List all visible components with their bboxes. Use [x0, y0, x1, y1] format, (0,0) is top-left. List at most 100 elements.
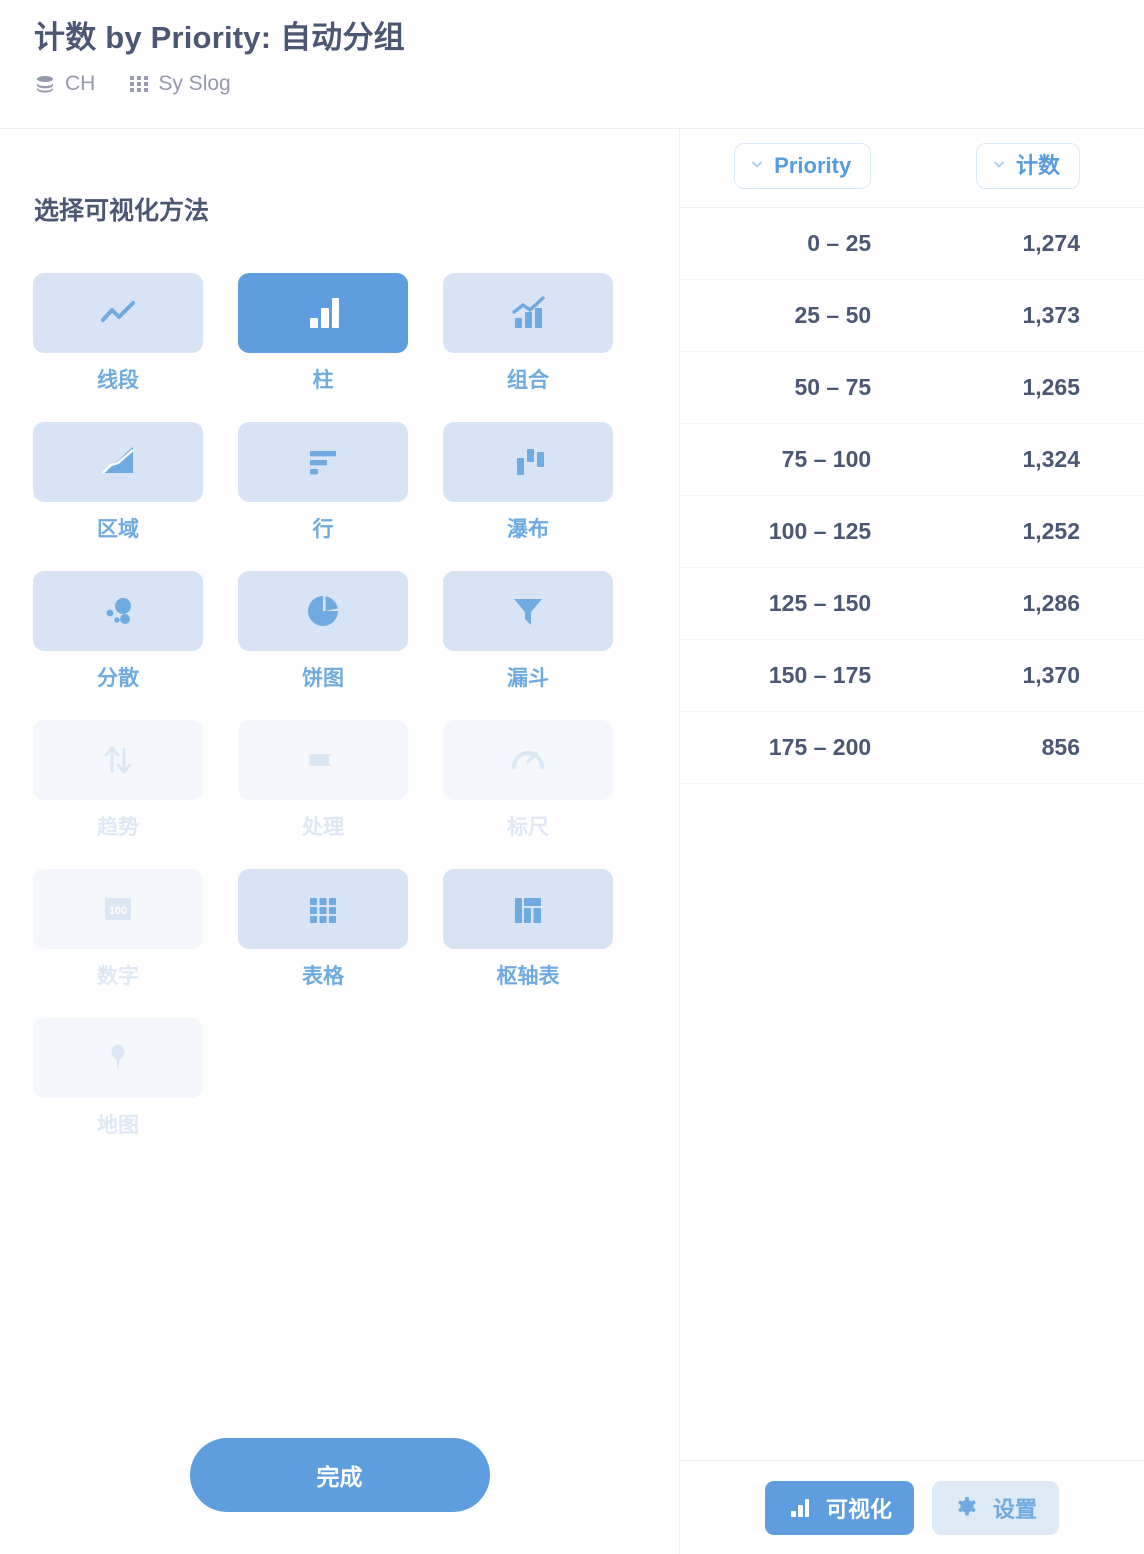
settings-button[interactable]: 设置	[932, 1480, 1060, 1535]
visualization-toggle-label: 可视化	[825, 1496, 892, 1522]
viz-option-pie[interactable]: 饼图	[238, 571, 408, 708]
viz-option-area[interactable]: 区域	[33, 422, 203, 559]
viz-option-bar[interactable]: 柱	[238, 273, 408, 410]
line-chart-icon	[101, 301, 135, 322]
viz-option-pivot[interactable]: 枢轴表	[443, 869, 613, 1006]
source-database-label: CH	[65, 72, 96, 95]
viz-label-progress: 处理	[302, 816, 344, 839]
table-row[interactable]: 125 – 150 1,286	[680, 567, 1144, 640]
visualization-grid: 线段 柱 组合 区域 行 瀑布 分散 饼图 漏斗 趋势 处理 标尺 100 数字…	[33, 273, 679, 1155]
viz-option-gauge: 标尺	[443, 720, 613, 857]
viz-option-row[interactable]: 行	[238, 422, 408, 559]
viz-tile-progress	[238, 720, 408, 800]
results-table-container[interactable]: Priority 计数 0 – 25 1,274 25 – 50 1,373 5…	[680, 129, 1144, 1460]
viz-label-combo: 组合	[507, 369, 549, 392]
viz-tile-waterfall[interactable]	[443, 422, 613, 502]
viz-option-line[interactable]: 线段	[33, 273, 203, 410]
progress-bar-icon	[309, 754, 337, 766]
table-row[interactable]: 150 – 175 1,370	[680, 639, 1144, 712]
bar-chart-icon	[310, 298, 339, 328]
viz-tile-number: 100	[33, 869, 203, 949]
column-pill-priority[interactable]: Priority	[734, 143, 872, 189]
combo-chart-icon	[512, 296, 545, 328]
page-header: 计数 by Priority: 自动分组 CH Sy Slog	[0, 0, 1144, 129]
viz-label-area: 区域	[97, 518, 139, 541]
chevron-down-icon	[991, 156, 1007, 177]
viz-option-funnel[interactable]: 漏斗	[443, 571, 613, 708]
table-row[interactable]: 50 – 75 1,265	[680, 351, 1144, 424]
column-header-priority: Priority	[680, 129, 936, 208]
left-footer: 完成	[0, 1404, 679, 1554]
settings-label: 设置	[993, 1496, 1038, 1522]
column-label-count: 计数	[1015, 153, 1060, 178]
cell-priority: 75 – 100	[680, 423, 936, 496]
viz-option-table[interactable]: 表格	[238, 869, 408, 1006]
viz-tile-pie[interactable]	[238, 571, 408, 651]
viz-tile-funnel[interactable]	[443, 571, 613, 651]
trend-arrows-icon	[104, 746, 132, 774]
viz-option-number: 100 数字	[33, 869, 203, 1006]
table-row[interactable]: 175 – 200 856	[680, 711, 1144, 784]
source-table-label: Sy Slog	[158, 72, 231, 95]
data-source-breadcrumb: CH Sy Slog	[34, 72, 1144, 96]
chevron-down-icon	[749, 156, 765, 177]
viz-tile-combo[interactable]	[443, 273, 613, 353]
table-header-row: Priority 计数	[680, 129, 1144, 208]
source-table[interactable]: Sy Slog	[129, 72, 231, 96]
viz-tile-table[interactable]	[238, 869, 408, 949]
map-pin-icon	[111, 1045, 125, 1071]
results-table: Priority 计数 0 – 25 1,274 25 – 50 1,373 5…	[680, 129, 1144, 784]
viz-label-pie: 饼图	[302, 667, 344, 690]
done-button[interactable]: 完成	[189, 1438, 490, 1512]
viz-tile-line[interactable]	[33, 273, 203, 353]
viz-label-map: 地图	[97, 1114, 139, 1137]
bar-chart-icon	[787, 1495, 813, 1521]
viz-tile-row[interactable]	[238, 422, 408, 502]
waterfall-icon	[517, 449, 544, 475]
results-footer: 可视化 设置	[680, 1460, 1144, 1554]
viz-tile-area[interactable]	[33, 422, 203, 502]
area-chart-icon	[102, 447, 134, 474]
viz-tile-pivot[interactable]	[443, 869, 613, 949]
cell-count: 1,265	[935, 351, 1144, 424]
viz-label-scatter: 分散	[97, 667, 139, 690]
cell-priority: 125 – 150	[680, 567, 936, 640]
main-body: 选择可视化方法 线段 柱 组合 区域 行 瀑布 分散 饼图 漏斗 趋势 处理 标…	[0, 129, 1144, 1554]
viz-option-waterfall[interactable]: 瀑布	[443, 422, 613, 559]
viz-option-trend: 趋势	[33, 720, 203, 857]
cell-count: 1,324	[935, 423, 1144, 496]
viz-tile-scatter[interactable]	[33, 571, 203, 651]
pie-chart-icon	[308, 596, 338, 626]
viz-label-trend: 趋势	[97, 816, 139, 839]
table-row[interactable]: 25 – 50 1,373	[680, 279, 1144, 352]
results-panel: Priority 计数 0 – 25 1,274 25 – 50 1,373 5…	[680, 129, 1144, 1554]
visualization-toggle-button[interactable]: 可视化	[764, 1480, 914, 1535]
viz-label-table: 表格	[302, 965, 344, 988]
viz-tile-trend	[33, 720, 203, 800]
table-row[interactable]: 0 – 25 1,274	[680, 207, 1144, 280]
gauge-icon	[512, 751, 544, 769]
viz-option-progress: 处理	[238, 720, 408, 857]
database-icon	[34, 73, 56, 95]
viz-tile-bar[interactable]	[238, 273, 408, 353]
viz-label-row: 行	[312, 518, 334, 541]
column-pill-count[interactable]: 计数	[975, 143, 1080, 189]
scatter-icon	[106, 598, 131, 624]
cell-priority: 150 – 175	[680, 639, 936, 712]
table-row[interactable]: 75 – 100 1,324	[680, 423, 1144, 496]
section-title: 选择可视化方法	[34, 197, 210, 225]
svg-text:100: 100	[109, 905, 127, 917]
cell-priority: 25 – 50	[680, 279, 936, 352]
cell-count: 1,274	[935, 207, 1144, 280]
pivot-table-icon	[515, 898, 541, 923]
viz-tile-gauge	[443, 720, 613, 800]
row-chart-icon	[310, 451, 336, 475]
funnel-icon	[514, 599, 542, 625]
viz-option-combo[interactable]: 组合	[443, 273, 613, 410]
number-icon: 100	[105, 898, 131, 920]
viz-option-scatter[interactable]: 分散	[33, 571, 203, 708]
viz-option-map: 地图	[33, 1018, 203, 1155]
grid-dots-icon	[129, 74, 149, 94]
source-database[interactable]: CH	[34, 72, 95, 96]
table-row[interactable]: 100 – 125 1,252	[680, 495, 1144, 568]
